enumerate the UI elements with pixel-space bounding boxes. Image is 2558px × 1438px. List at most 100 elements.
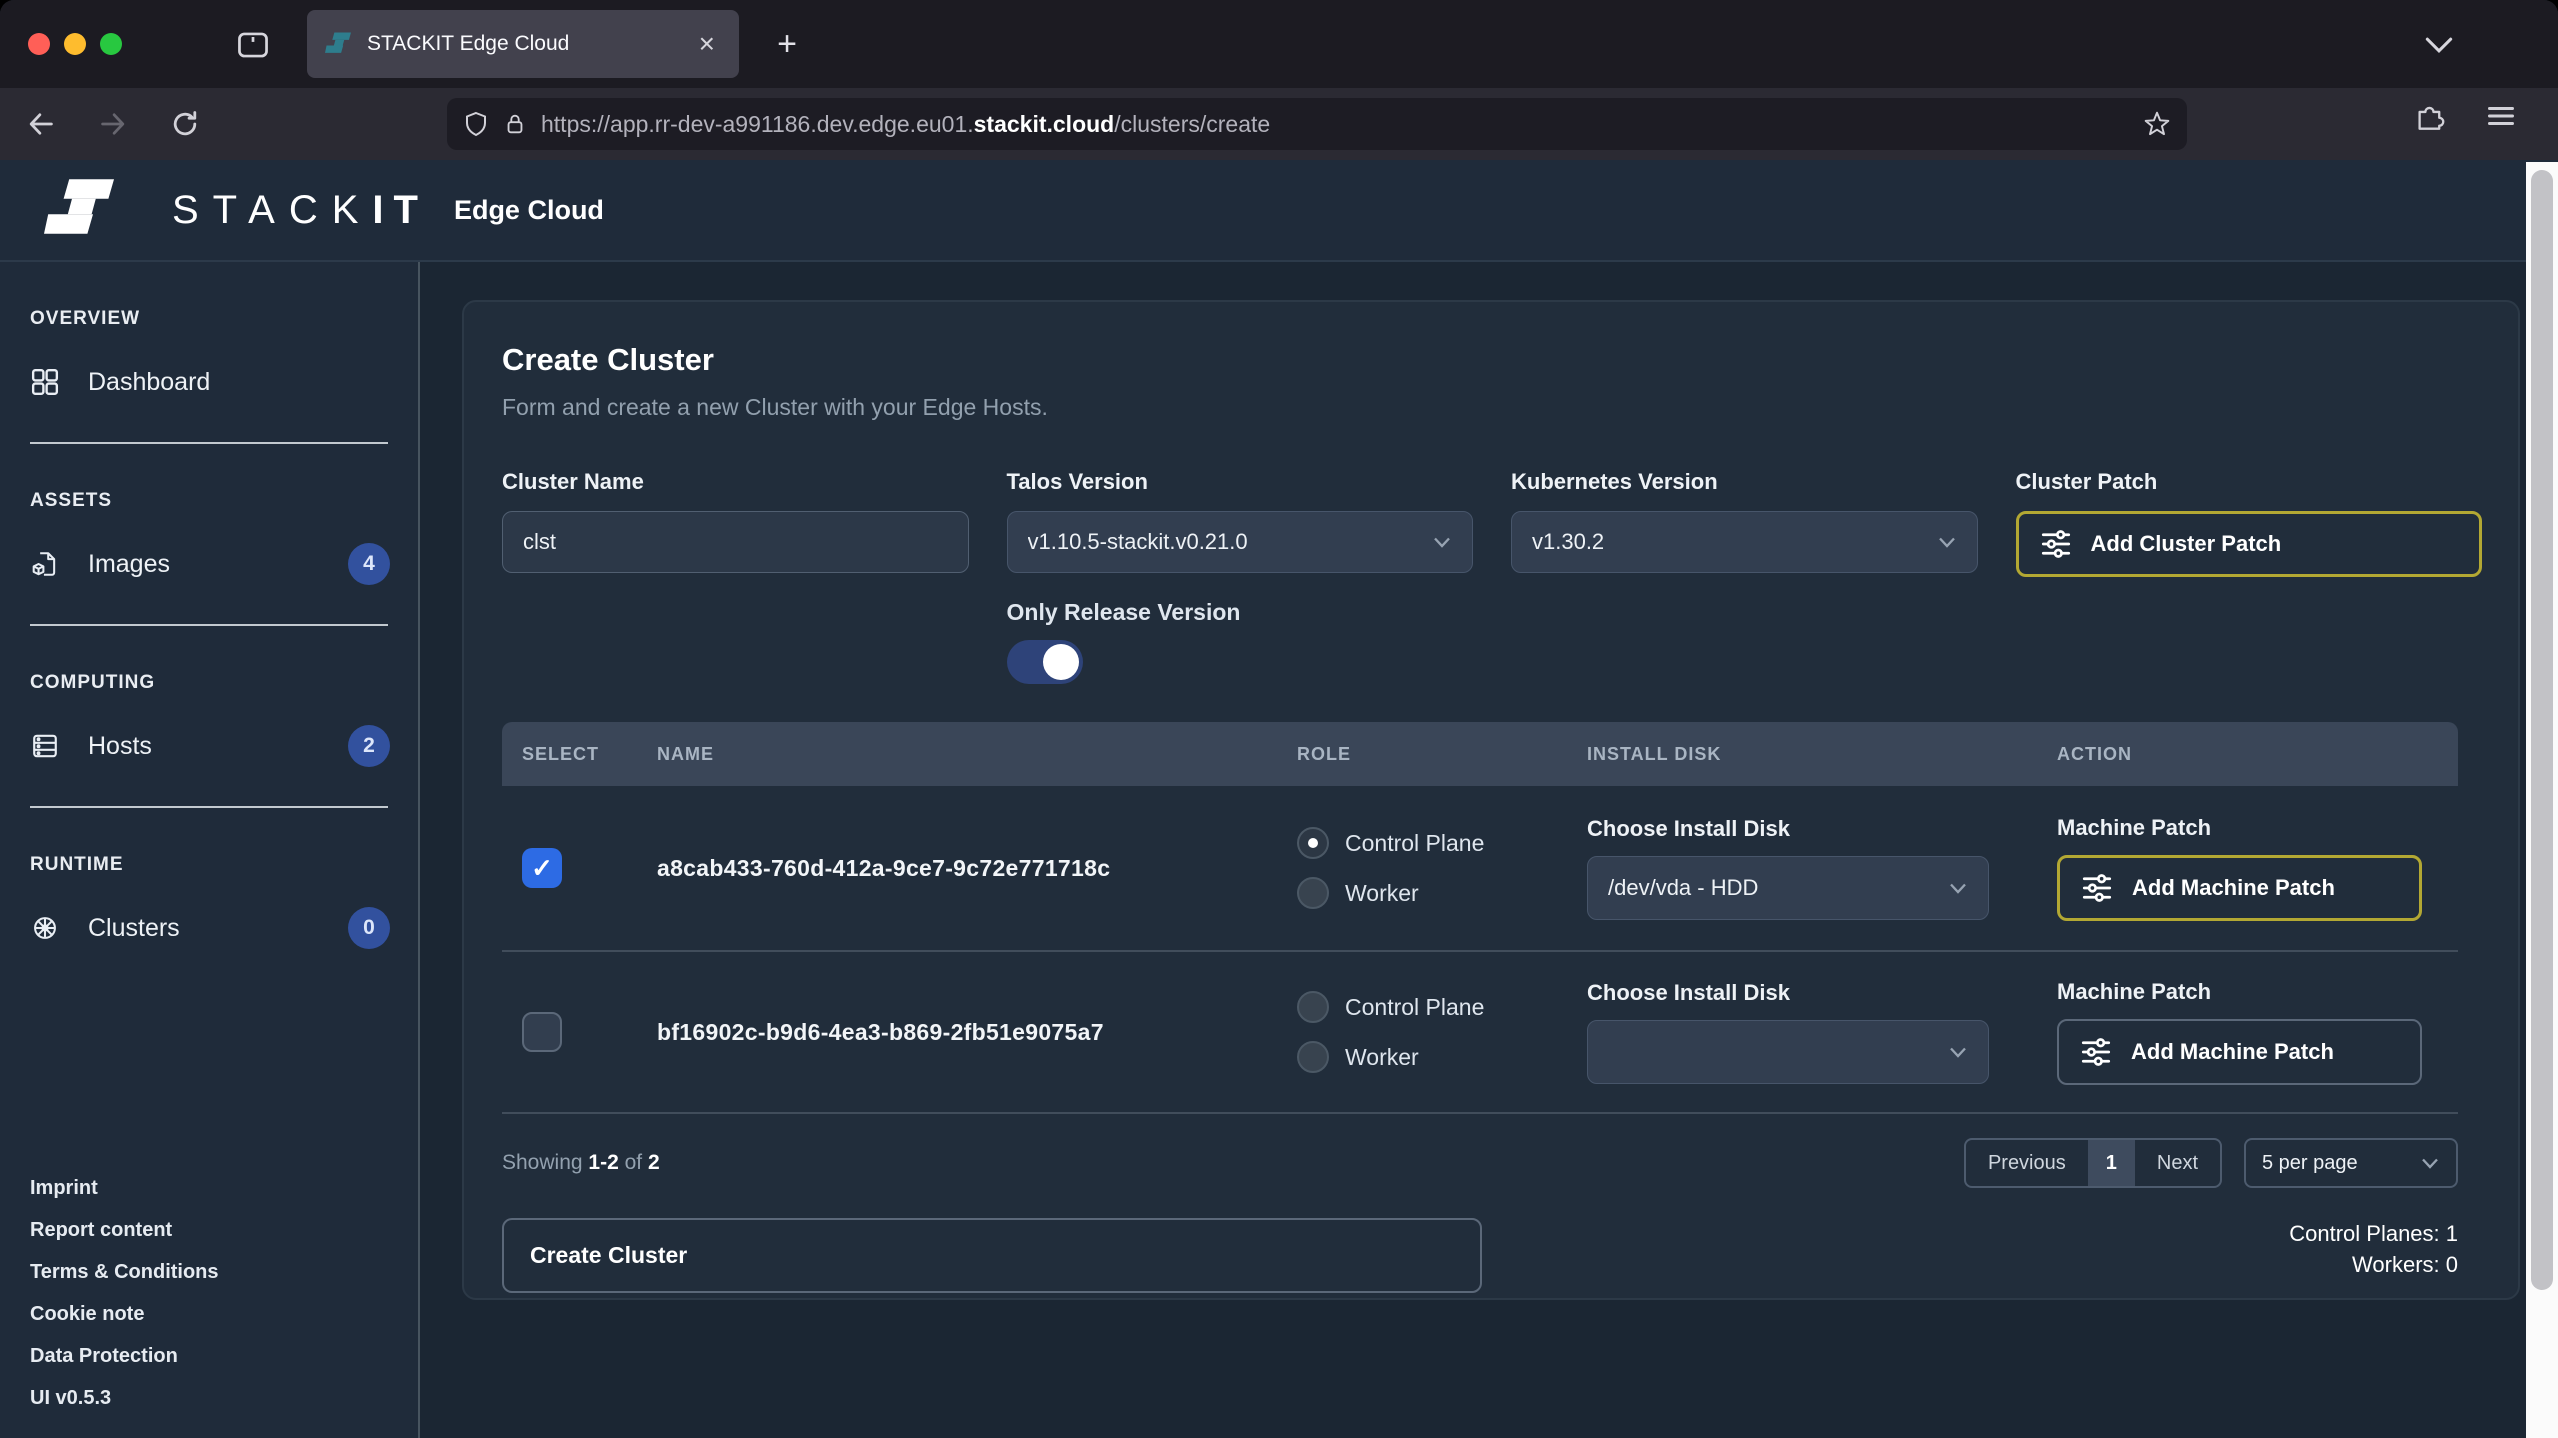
previous-page-button[interactable]: Previous [1966,1140,2088,1186]
images-count-badge: 4 [348,543,390,585]
browser-tab[interactable]: STACKIT Edge Cloud × [307,10,739,78]
window-zoom-button[interactable] [100,33,122,55]
clusters-count-badge: 0 [348,907,390,949]
add-machine-patch-button[interactable]: Add Machine Patch [2057,1019,2422,1085]
footer-link-data-protection[interactable]: Data Protection [30,1345,219,1368]
browser-tab-bar: STACKIT Edge Cloud × + [0,0,2558,88]
sidebar-divider [30,442,388,444]
bookmark-star-icon[interactable] [2143,110,2171,138]
app-body: OVERVIEW Dashboard ASSETS Images 4 COMPU… [0,262,2526,1438]
install-disk-cell: Choose Install Disk [1587,980,2057,1084]
tab-title: STACKIT Edge Cloud [367,32,693,56]
host-checkbox[interactable]: ✓ [522,848,562,888]
table-header-row: SELECT NAME ROLE INSTALL DISK ACTION [502,722,2458,786]
column-header-role: ROLE [1297,744,1587,765]
sidebar-section-runtime: RUNTIME [30,854,418,876]
footer-link-imprint[interactable]: Imprint [30,1177,219,1200]
showing-text: Showing 1-2 of 2 [502,1151,660,1175]
role-cell: Control Plane Worker [1297,827,1587,909]
select-cell: ✓ [502,848,657,888]
tracking-shield-icon[interactable] [463,110,489,138]
add-machine-patch-label: Add Machine Patch [2132,875,2335,901]
window-minimize-button[interactable] [64,33,86,55]
sidebar-item-images[interactable]: Images 4 [30,538,418,590]
footer-link-report-content[interactable]: Report content [30,1219,219,1242]
role-option-worker[interactable]: Worker [1297,1041,1587,1073]
url-text: https://app.rr-dev-a991186.dev.edge.eu01… [541,111,2131,138]
only-release-toggle[interactable] [1007,640,1083,684]
menu-hamburger-icon[interactable] [2486,101,2516,131]
kubernetes-version-field: Kubernetes Version v1.30.2 [1511,469,1978,684]
radio-icon[interactable] [1297,1041,1329,1073]
tab-overview-icon[interactable] [232,28,274,62]
stackit-favicon-icon [325,31,351,57]
add-cluster-patch-label: Add Cluster Patch [2091,531,2282,557]
cluster-name-field: Cluster Name [502,469,969,684]
host-name: bf16902c-b9d6-4ea3-b869-2fb51e9075a7 [657,1019,1297,1046]
create-cluster-button[interactable]: Create Cluster [502,1218,1482,1293]
lock-icon[interactable] [503,110,527,138]
images-icon [30,549,60,579]
sidebar-item-hosts[interactable]: Hosts 2 [30,720,418,772]
choose-install-disk-label: Choose Install Disk [1587,980,2057,1006]
radio-icon[interactable] [1297,877,1329,909]
footer-link-terms[interactable]: Terms & Conditions [30,1261,219,1284]
tab-close-icon[interactable]: × [693,28,721,60]
install-disk-cell: Choose Install Disk /dev/vda - HDD [1587,816,2057,920]
sidebar-item-label: Images [88,550,170,579]
kubernetes-version-select[interactable]: v1.30.2 [1511,511,1978,573]
role-option-worker[interactable]: Worker [1297,877,1587,909]
hosts-count-badge: 2 [348,725,390,767]
scrollbar-thumb[interactable] [2531,170,2553,1290]
talos-version-value: v1.10.5-stackit.v0.21.0 [1028,529,1433,555]
choose-install-disk-label: Choose Install Disk [1587,816,2057,842]
current-page-button[interactable]: 1 [2088,1140,2135,1186]
only-release-field: Only Release Version [1007,599,1474,684]
forward-button[interactable] [90,101,136,147]
url-bar[interactable]: https://app.rr-dev-a991186.dev.edge.eu01… [447,98,2187,150]
chevron-down-icon [1937,535,1957,549]
sidebar-divider [30,806,388,808]
sidebar-item-dashboard[interactable]: Dashboard [30,356,418,408]
app-header: STACKIT Edge Cloud U [0,160,2558,262]
install-disk-select[interactable] [1587,1020,1989,1084]
role-label: Control Plane [1345,994,1484,1021]
sidebar-section-assets: ASSETS [30,490,418,512]
action-cell: Machine Patch Add Machine Patch [2057,979,2458,1085]
extensions-puzzle-icon[interactable] [2415,101,2445,131]
cluster-patch-label: Cluster Patch [2016,469,2483,495]
new-tab-button[interactable]: + [765,22,809,66]
next-page-button[interactable]: Next [2135,1140,2220,1186]
submit-row: Create Cluster Control Planes: 1 Workers… [502,1218,2458,1293]
column-header-action: ACTION [2057,744,2458,765]
install-disk-select[interactable]: /dev/vda - HDD [1587,856,1989,920]
sidebar-section-computing: COMPUTING [30,672,418,694]
sidebar-item-clusters[interactable]: Clusters 0 [30,902,418,954]
cluster-summary: Control Planes: 1 Workers: 0 [2289,1218,2458,1280]
back-button[interactable] [18,101,64,147]
browser-window: STACKIT Edge Cloud × + https://app.rr-de… [0,0,2558,1438]
add-cluster-patch-button[interactable]: Add Cluster Patch [2016,511,2483,577]
footer-link-cookie-note[interactable]: Cookie note [30,1303,219,1326]
radio-icon[interactable] [1297,991,1329,1023]
chevron-down-icon [1948,1045,1968,1059]
cluster-name-input[interactable] [502,511,969,573]
reload-button[interactable] [162,101,208,147]
control-planes-count: Control Planes: 1 [2289,1218,2458,1249]
role-label: Worker [1345,1044,1419,1071]
window-close-button[interactable] [28,33,50,55]
list-all-tabs-icon[interactable] [2415,26,2463,64]
radio-icon[interactable] [1297,827,1329,859]
select-cell [502,1012,657,1052]
per-page-select[interactable]: 5 per page [2244,1138,2458,1188]
product-name: Edge Cloud [454,195,604,226]
column-header-select: SELECT [502,744,657,765]
install-disk-value: /dev/vda - HDD [1608,875,1948,901]
add-machine-patch-button[interactable]: Add Machine Patch [2057,855,2422,921]
role-option-control-plane[interactable]: Control Plane [1297,991,1587,1023]
role-option-control-plane[interactable]: Control Plane [1297,827,1587,859]
ui-version-label: UI v0.5.3 [30,1387,219,1410]
talos-version-select[interactable]: v1.10.5-stackit.v0.21.0 [1007,511,1474,573]
host-checkbox[interactable] [522,1012,562,1052]
hosts-table: SELECT NAME ROLE INSTALL DISK ACTION ✓ a… [502,722,2458,1114]
